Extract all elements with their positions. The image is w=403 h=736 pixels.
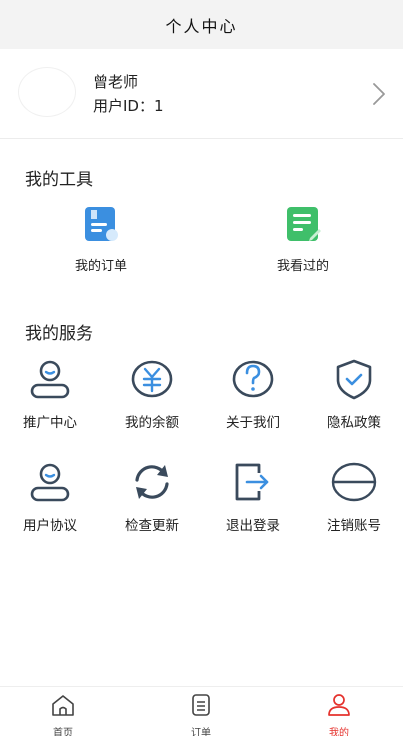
header-bar: 个人中心 [0,0,403,49]
user-icon [30,463,70,502]
order-icon [85,207,118,241]
service-user-agreement[interactable]: 用户协议 [10,461,90,534]
service-label: 隐私政策 [327,415,381,431]
service-about-us[interactable]: 关于我们 [213,358,293,431]
refresh-icon [135,465,169,499]
tab-label: 订单 [191,728,211,736]
chevron-right-icon[interactable] [370,81,388,107]
logout-icon [235,463,269,501]
person-icon [328,694,350,716]
question-icon [232,360,274,398]
tab-mine[interactable]: 我的 [309,693,369,736]
service-privacy-policy[interactable]: 隐私政策 [314,358,394,431]
tool-label: 我看过的 [276,259,329,274]
bottom-tab-bar: 首页 订单 我的 [0,686,403,736]
profile-card[interactable]: 曾老师 用户ID：1 [0,49,403,139]
service-label: 注销账号 [327,518,381,534]
service-cancel-account[interactable]: 注销账号 [314,461,394,534]
service-label: 推广中心 [23,415,77,431]
tools-section-title: 我的工具 [25,170,93,190]
service-label: 我的余额 [125,415,179,431]
service-label: 用户协议 [23,518,77,534]
page-title: 个人中心 [165,16,238,36]
service-logout[interactable]: 退出登录 [213,461,293,534]
profile-user-id: 用户ID：1 [93,97,164,115]
tool-viewed[interactable]: 我看过的 [248,205,358,274]
service-my-balance[interactable]: 我的余额 [112,358,192,431]
service-check-update[interactable]: 检查更新 [112,461,192,534]
tab-home[interactable]: 首页 [33,693,93,736]
yuan-icon [131,360,173,398]
tool-label: 我的订单 [74,259,127,274]
service-promotion-center[interactable]: 推广中心 [10,358,90,431]
list-icon [192,694,210,716]
user-icon [30,360,70,399]
services-section-title: 我的服务 [25,324,93,344]
profile-name: 曾老师 [93,73,139,91]
service-label: 关于我们 [226,415,280,431]
tool-my-orders[interactable]: 我的订单 [46,205,156,274]
home-icon [52,695,74,716]
tab-label: 首页 [53,728,73,736]
tab-label: 我的 [329,728,349,736]
tab-orders[interactable]: 订单 [171,693,231,736]
cancel-icon [331,462,377,502]
shield-check-icon [336,359,372,400]
avatar[interactable] [18,67,76,117]
viewed-icon [287,207,321,241]
service-label: 检查更新 [125,518,179,534]
service-label: 退出登录 [226,518,280,534]
